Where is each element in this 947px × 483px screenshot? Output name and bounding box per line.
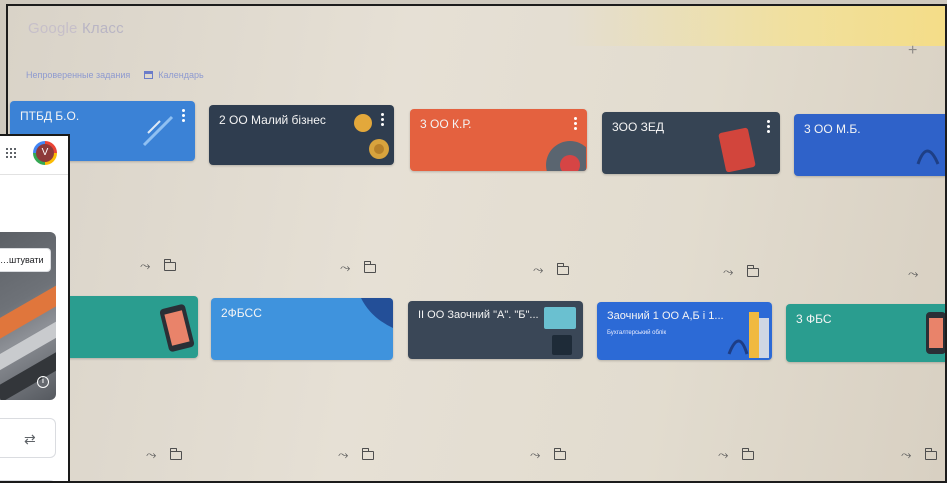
trending-icon[interactable]: ⤳ xyxy=(723,264,733,280)
info-icon[interactable]: i xyxy=(37,376,49,388)
light-glare xyxy=(565,6,945,46)
apps-grid-icon[interactable] xyxy=(6,148,16,158)
folder-icon[interactable] xyxy=(746,264,760,277)
pencil-illustration xyxy=(142,115,174,147)
class-card[interactable]: 3 ОО К.Р. xyxy=(410,109,587,171)
coins-illustration xyxy=(354,114,389,159)
folder-icon[interactable] xyxy=(361,447,375,460)
class-card[interactable]: 3ОО ЗЕД xyxy=(602,112,780,174)
class-title: ІІ ОО Заочний "А". "Б"... xyxy=(418,309,539,321)
class-title: ПТБД Б.О. xyxy=(20,109,80,123)
class-card[interactable]: 3 ФБС xyxy=(786,304,945,362)
folder-icon[interactable] xyxy=(556,262,570,275)
sub-navigation: Непроверенные задания Календарь xyxy=(26,70,204,80)
card-actions: ⤳ xyxy=(718,447,755,463)
swap-icon[interactable]: ⇄ xyxy=(24,431,36,448)
card-actions: ⤳ xyxy=(530,447,567,463)
card-actions: ⤳ xyxy=(901,447,938,463)
card-actions: ⤳ xyxy=(338,447,375,463)
card-actions: ⤳ xyxy=(533,262,570,278)
folder-icon[interactable] xyxy=(553,447,567,460)
class-card[interactable]: ІІ ОО Заочний "А". "Б"... xyxy=(408,301,583,359)
avatar-letter: V xyxy=(36,144,54,162)
more-options-icon[interactable] xyxy=(767,120,770,133)
folder-icon[interactable] xyxy=(163,258,177,271)
tablet-illustration xyxy=(159,304,195,352)
books-illustration xyxy=(727,312,769,358)
divider xyxy=(0,174,68,175)
class-card[interactable]: 3 ОО М.Б. xyxy=(794,114,945,176)
todo-link[interactable]: Непроверенные задания xyxy=(26,70,130,80)
folder-icon[interactable] xyxy=(741,447,755,460)
calendar-label: Календарь xyxy=(158,70,204,80)
phone-illustration xyxy=(926,312,945,354)
classroom-logo[interactable]: Google Класс xyxy=(28,20,124,37)
card-actions: ⤳ xyxy=(908,266,918,282)
card-actions: ⤳ xyxy=(723,264,760,280)
class-title: 2 ОО Малий бізнес xyxy=(219,113,326,127)
class-card[interactable]: Заочний 1 ОО А,Б і 1... Бухгалтерський о… xyxy=(597,302,772,360)
calendar-icon xyxy=(144,71,154,79)
customize-button[interactable]: …штувати xyxy=(0,248,51,272)
card-actions: ⤳ xyxy=(146,447,183,463)
create-class-button[interactable]: + xyxy=(908,42,917,60)
corner-illustration xyxy=(361,298,393,328)
repeat-box: ⇄ xyxy=(0,418,56,458)
class-subtitle: Бухгалтерський облік xyxy=(607,330,667,336)
trending-icon[interactable]: ⤳ xyxy=(146,447,156,463)
record-illustration xyxy=(546,141,586,171)
trending-icon[interactable]: ⤳ xyxy=(901,447,911,463)
folder-icon[interactable] xyxy=(363,260,377,273)
more-options-icon[interactable] xyxy=(182,109,185,122)
trending-icon[interactable]: ⤳ xyxy=(340,260,350,276)
trending-icon[interactable]: ⤳ xyxy=(338,447,348,463)
class-title: 3ОО ЗЕД xyxy=(612,120,665,134)
trending-icon[interactable]: ⤳ xyxy=(718,447,728,463)
monitor-screen: Google Класс + Непроверенные задания Кал… xyxy=(6,4,947,483)
card-actions: ⤳ xyxy=(340,260,377,276)
card-actions: ⤳ xyxy=(140,258,177,274)
calendar-link[interactable]: Календарь xyxy=(144,70,204,80)
app-overlay-panel: V …штувати i ⇄ xyxy=(0,134,70,483)
class-title: 3 ОО К.Р. xyxy=(420,117,472,131)
class-title: 3 ФБС xyxy=(796,312,832,326)
laptop-illustration xyxy=(544,307,576,355)
trending-icon[interactable]: ⤳ xyxy=(533,262,543,278)
class-title: 2ФБСС xyxy=(221,306,262,320)
folder-icon[interactable] xyxy=(169,447,183,460)
headphones-illustration xyxy=(916,149,940,165)
class-card[interactable]: 2ФБСС xyxy=(211,298,393,360)
class-card[interactable]: 2 ОО Малий бізнес xyxy=(209,105,394,165)
avatar[interactable]: V xyxy=(33,141,57,165)
trending-icon[interactable]: ⤳ xyxy=(530,447,540,463)
book-illustration xyxy=(718,127,756,172)
trending-icon[interactable]: ⤳ xyxy=(908,266,918,282)
class-title: Заочний 1 ОО А,Б і 1... xyxy=(607,310,724,322)
folder-icon[interactable] xyxy=(924,447,938,460)
trending-icon[interactable]: ⤳ xyxy=(140,258,150,274)
class-title: 3 ОО М.Б. xyxy=(804,122,861,136)
logo-product: Класс xyxy=(81,20,124,37)
logo-google: Google xyxy=(28,20,78,37)
